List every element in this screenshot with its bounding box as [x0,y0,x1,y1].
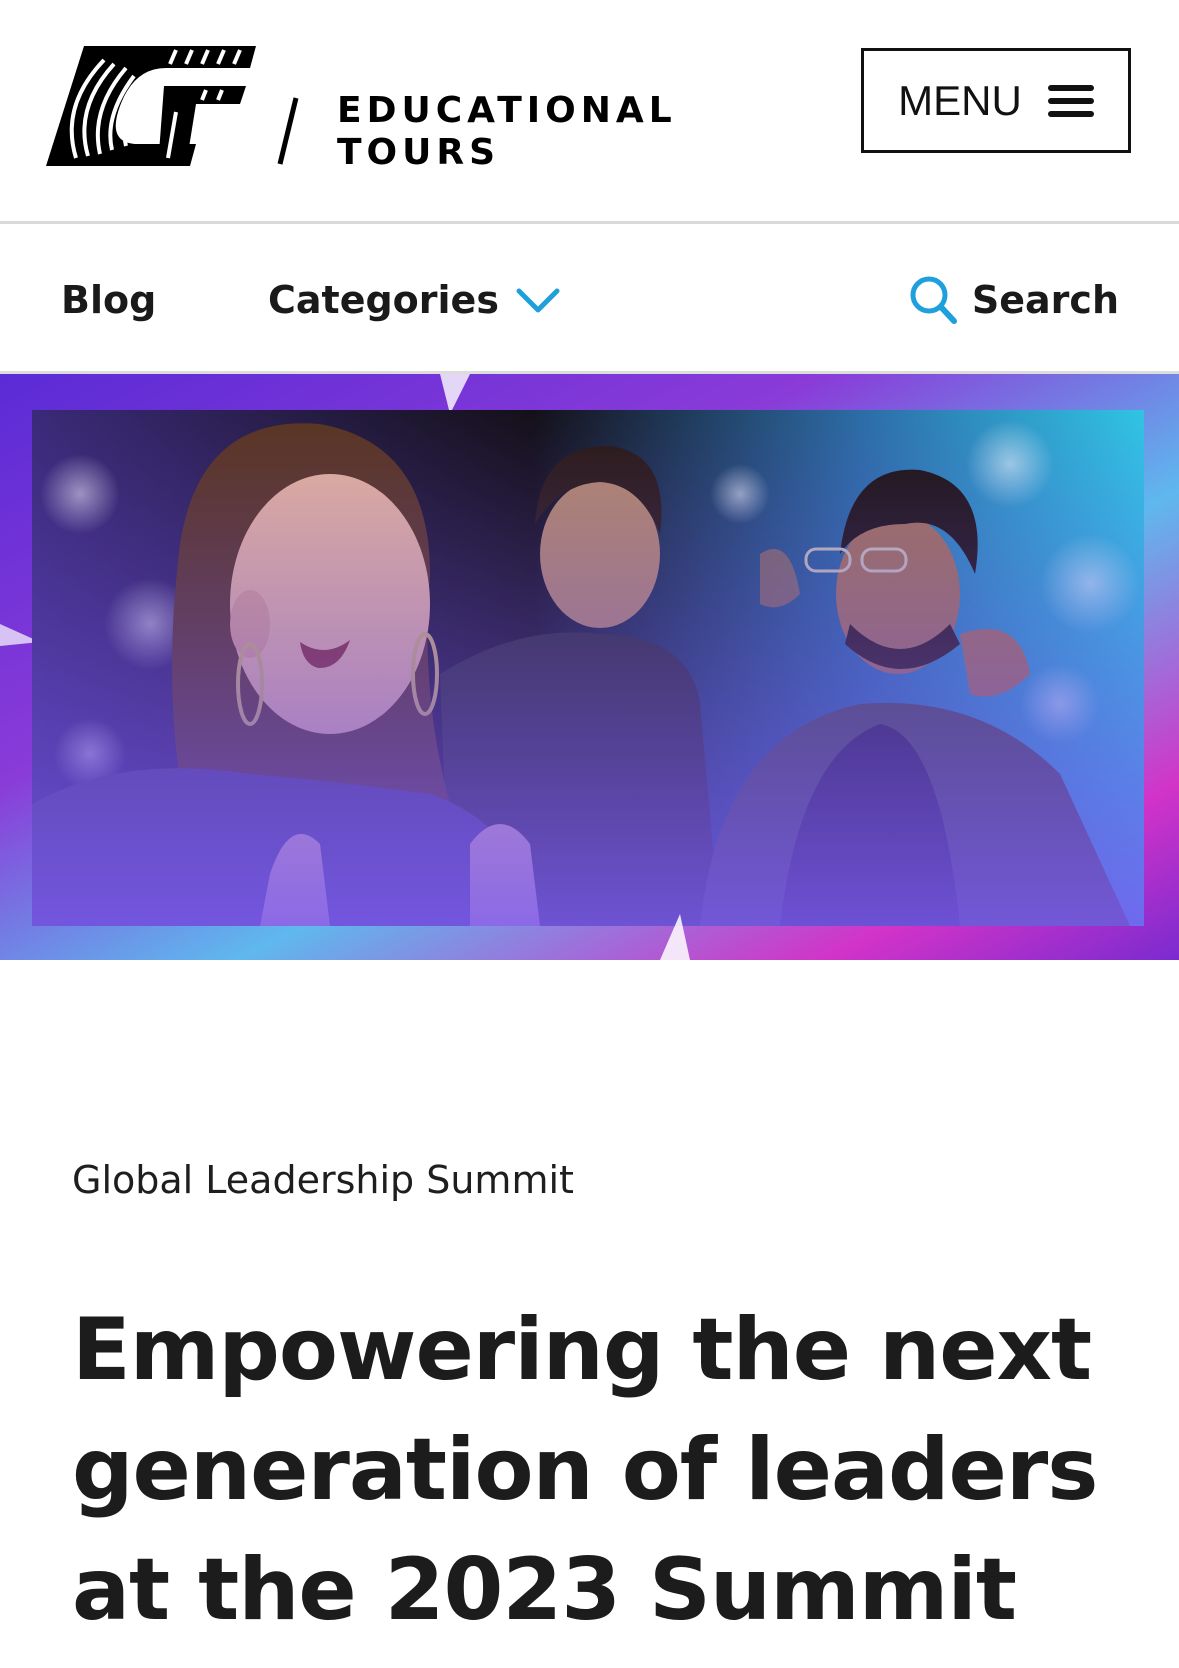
brand-line-2: TOURS [337,132,501,173]
search-icon [910,276,957,324]
hero-image [0,374,1179,960]
logo-divider-slash [277,97,299,165]
hamburger-icon [1047,84,1094,117]
menu-label: MENU [898,76,1022,124]
chevron-down-icon [516,288,560,313]
brand-line-1: EDUCATIONAL [337,90,677,131]
menu-button[interactable]: MENU [861,48,1131,153]
nav-blog-link[interactable]: Blog [61,278,156,322]
article-title: Empowering the next generation of leader… [72,1300,1099,1640]
site-header: EDUCATIONAL TOURS MENU [0,0,1179,224]
ef-logo-icon [46,46,256,166]
search-button[interactable]: Search [908,274,1119,326]
hero-illustration [0,374,1179,960]
categories-dropdown[interactable]: Categories [268,278,561,322]
brand-name: EDUCATIONAL TOURS [337,90,677,174]
article-category-link[interactable]: Global Leadership Summit [72,1158,574,1202]
categories-label: Categories [268,278,499,322]
blog-subnav: Blog Categories Search [0,224,1179,374]
search-label: Search [971,278,1119,322]
